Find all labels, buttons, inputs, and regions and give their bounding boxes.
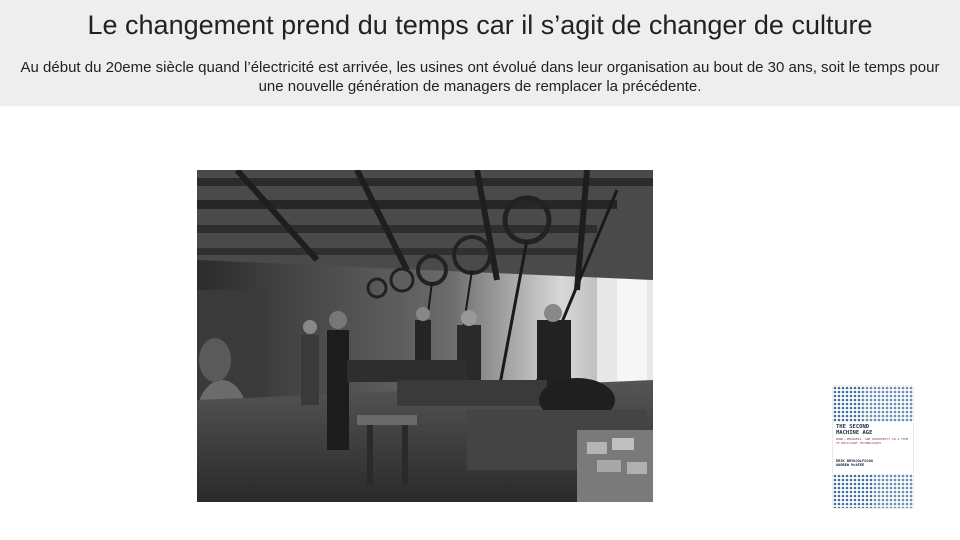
book-tagline: WORK, PROGRESS, AND PROSPERITY IN A TIME… — [836, 437, 909, 445]
factory-photo — [197, 170, 653, 502]
book-authors: ERIK BRYNJOLFSSON ANDREW McAFEE — [836, 459, 910, 468]
book-title: THE SECOND MACHINE AGE — [836, 424, 910, 436]
slide-title: Le changement prend du temps car il s’ag… — [87, 10, 873, 40]
slide-subtitle: Au début du 20eme siècle quand l’électri… — [20, 59, 940, 95]
book-author-2: ANDREW McAFEE — [836, 463, 865, 468]
book-cover: THE SECOND MACHINE AGE WORK, PROGRESS, A… — [833, 386, 913, 508]
header-band: Le changement prend du temps car il s’ag… — [0, 0, 960, 106]
book-title-line2: MACHINE AGE — [836, 430, 873, 436]
